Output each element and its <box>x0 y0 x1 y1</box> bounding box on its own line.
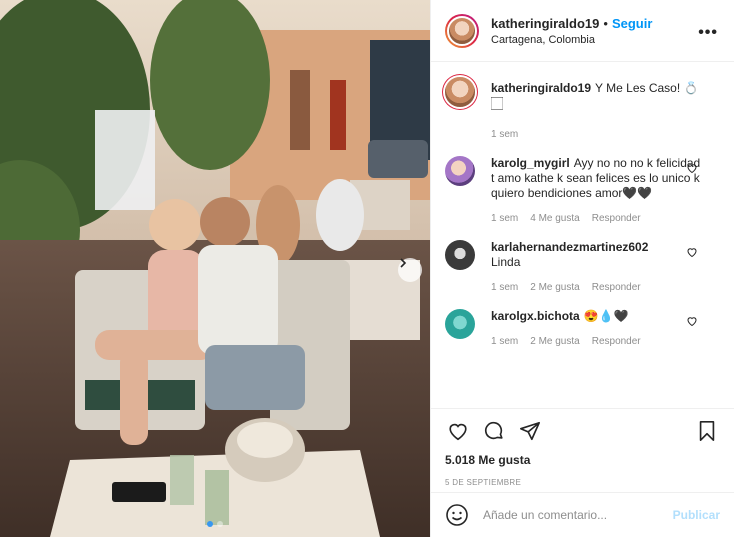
post-date[interactable]: 5 DE SEPTIEMBRE <box>445 478 720 487</box>
comment-username[interactable]: karolg_mygirl <box>491 156 570 170</box>
caption-body: katheringiraldo19 Y Me Les Caso! 💍🏻 1 sem <box>491 77 701 142</box>
action-icons <box>445 417 720 445</box>
more-options-button[interactable]: ••• <box>698 24 718 42</box>
comment-heart-icon[interactable] <box>686 162 698 174</box>
comment-avatar[interactable] <box>445 156 475 186</box>
share-button[interactable] <box>517 418 543 444</box>
post-side-panel: katheringiraldo19 • Seguir Cartagena, Co… <box>430 0 734 537</box>
heart-icon <box>449 423 467 441</box>
comment-time[interactable]: 1 sem <box>491 211 518 226</box>
comment-likes[interactable]: 4 Me gusta <box>530 211 579 226</box>
comment-item: karolg_mygirl Ayy no no no k felicidad t … <box>445 156 720 226</box>
carousel-dot-active <box>207 521 213 527</box>
comment-likes[interactable]: 2 Me gusta <box>530 280 579 295</box>
caption-time[interactable]: 1 sem <box>491 127 518 142</box>
caption-avatar[interactable] <box>445 77 475 107</box>
location-link[interactable]: Cartagena, Colombia <box>491 34 652 46</box>
comment-text: 😍💧🖤 <box>583 309 629 323</box>
comment-line: karlahernandezmartinez602 Linda <box>491 240 701 270</box>
smiley-icon[interactable] <box>445 503 469 527</box>
comment-meta: 1 sem 2 Me gusta Responder <box>491 280 701 295</box>
comment-meta: 1 sem 4 Me gusta Responder <box>491 211 701 226</box>
chevron-right-icon <box>400 258 407 268</box>
carousel-dots <box>0 521 430 527</box>
comment-heart-icon[interactable] <box>686 315 698 327</box>
reply-button[interactable]: Responder <box>592 334 641 349</box>
reply-button[interactable]: Responder <box>592 280 641 295</box>
like-button[interactable] <box>445 418 471 444</box>
comment-body: karolg_mygirl Ayy no no no k felicidad t … <box>491 156 701 226</box>
comment-line: karolgx.bichota 😍💧🖤 <box>491 309 701 324</box>
header-line: katheringiraldo19 • Seguir <box>491 16 652 31</box>
header-separator: • <box>603 15 608 31</box>
comment-button[interactable] <box>481 418 507 444</box>
save-button[interactable] <box>694 418 720 444</box>
comment-item: karlahernandezmartinez602 Linda 1 sem 2 M… <box>445 240 720 295</box>
publish-button[interactable]: Publicar <box>673 508 720 522</box>
avatar-image <box>447 15 477 46</box>
comment-icon <box>484 421 503 440</box>
caption-meta: 1 sem <box>491 127 701 142</box>
add-comment-bar: Publicar <box>431 492 734 537</box>
bookmark-icon <box>699 421 715 441</box>
comment-body: karlahernandezmartinez602 Linda 1 sem 2 M… <box>491 240 701 295</box>
author-avatar[interactable] <box>445 13 479 48</box>
header-text: katheringiraldo19 • Seguir Cartagena, Co… <box>491 16 652 46</box>
comments-list[interactable]: katheringiraldo19 Y Me Les Caso! 💍🏻 1 sem… <box>431 63 734 408</box>
post-actions: 5.018 Me gusta 5 DE SEPTIEMBRE <box>431 408 734 492</box>
comment-likes[interactable]: 2 Me gusta <box>530 334 579 349</box>
comment-time[interactable]: 1 sem <box>491 334 518 349</box>
comment-item: karolgx.bichota 😍💧🖤 1 sem 2 Me gusta Resp… <box>445 309 720 349</box>
comment-heart-icon[interactable] <box>686 246 698 258</box>
comment-line: karolg_mygirl Ayy no no no k felicidad t … <box>491 156 701 201</box>
caption-username[interactable]: katheringiraldo19 <box>491 81 591 95</box>
comment-username[interactable]: karolgx.bichota <box>491 309 580 323</box>
comment-avatar[interactable] <box>445 309 475 339</box>
reply-button[interactable]: Responder <box>592 211 641 226</box>
follow-button[interactable]: Seguir <box>612 16 652 31</box>
comment-text: Linda <box>491 255 521 269</box>
instagram-post-modal: katheringiraldo19 • Seguir Cartagena, Co… <box>0 0 734 537</box>
comment-username[interactable]: karlahernandezmartinez602 <box>491 240 648 254</box>
comment-input[interactable] <box>483 508 673 522</box>
comment-body: karolgx.bichota 😍💧🖤 1 sem 2 Me gusta Resp… <box>491 309 701 349</box>
comment-time[interactable]: 1 sem <box>491 280 518 295</box>
comment-avatar[interactable] <box>445 240 475 270</box>
likes-count[interactable]: 5.018 Me gusta <box>445 453 720 467</box>
post-header: katheringiraldo19 • Seguir Cartagena, Co… <box>431 0 734 62</box>
caption-line: katheringiraldo19 Y Me Les Caso! 💍🏻 <box>491 81 701 111</box>
next-image-button[interactable] <box>398 258 422 282</box>
caption: katheringiraldo19 Y Me Les Caso! 💍🏻 1 sem <box>445 77 720 142</box>
post-photo[interactable] <box>0 0 430 537</box>
carousel-dot <box>217 521 223 527</box>
paper-plane-icon <box>520 421 540 441</box>
photo-illustration <box>0 0 430 537</box>
author-username[interactable]: katheringiraldo19 <box>491 16 599 31</box>
comment-meta: 1 sem 2 Me gusta Responder <box>491 334 701 349</box>
